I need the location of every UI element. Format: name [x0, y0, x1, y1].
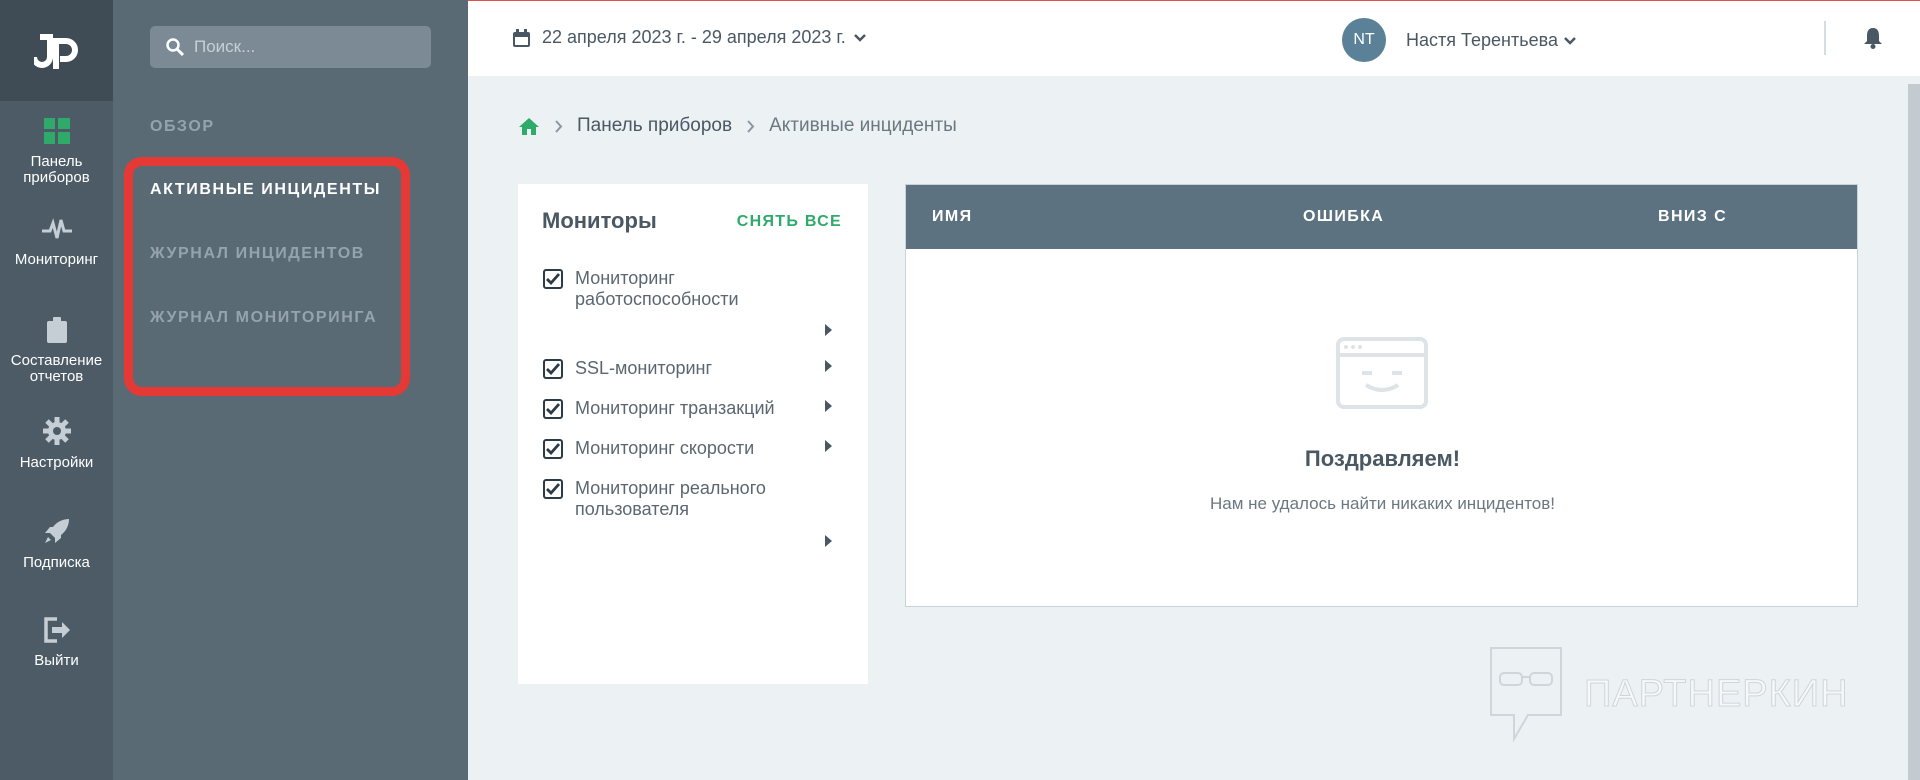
date-range-picker[interactable]: 22 апреля 2023 г. - 29 апреля 2023 г. [513, 27, 866, 48]
search-input[interactable] [194, 37, 414, 57]
dashboard-grid-icon [43, 118, 70, 144]
logout-icon [43, 617, 70, 643]
checkmark-icon [546, 403, 560, 415]
monitor-label: Мониторинг реального пользователя [575, 478, 766, 519]
highlight-annotation [124, 157, 410, 396]
checkbox-ssl[interactable] [543, 359, 563, 379]
column-header-name[interactable]: ИМЯ [932, 208, 973, 226]
caret-right-icon[interactable] [825, 440, 832, 452]
chevron-down-icon [853, 34, 866, 42]
search-icon [166, 38, 184, 56]
monitor-filter-ssl[interactable]: SSL-мониторинг [543, 358, 843, 379]
app-logo[interactable] [0, 0, 113, 101]
rail-label-reports: Составление отчетов [10, 352, 103, 385]
chevron-right-icon [555, 119, 563, 133]
calendar-icon [513, 28, 530, 47]
rail-item-reports[interactable]: Составление отчетов [0, 317, 113, 385]
caret-right-icon[interactable] [825, 324, 832, 336]
secondary-sidebar: ОБЗОР АКТИВНЫЕ ИНЦИДЕНТЫ ЖУРНАЛ ИНЦИДЕНТ… [113, 0, 468, 780]
incidents-table: ИМЯ ОШИБКА ВНИЗ С Поздравляем! Нам не уд… [905, 184, 1858, 607]
column-header-error[interactable]: ОШИБКА [1303, 208, 1384, 226]
rail-item-subscription[interactable]: Подписка [0, 517, 113, 571]
monitors-panel: Мониторы СНЯТЬ ВСЕ Мониторинг работоспос… [518, 184, 868, 684]
bell-icon[interactable] [1863, 27, 1883, 49]
rail-label-monitoring: Мониторинг [14, 251, 99, 268]
watermark-logo-icon [1490, 647, 1562, 743]
topbar-divider [1824, 21, 1826, 55]
rail-item-monitoring[interactable]: Мониторинг [0, 218, 113, 268]
monitors-title: Мониторы [542, 208, 657, 233]
empty-state-title: Поздравляем! [1304, 446, 1461, 471]
chevron-down-icon [1564, 36, 1576, 45]
chevron-right-icon [747, 119, 755, 133]
monitor-label: Мониторинг работоспособности [575, 268, 739, 309]
icon-rail: Панель приборов Мониторинг Составление о… [0, 0, 113, 780]
clipboard-icon [46, 317, 67, 343]
monitor-filter-transactions[interactable]: Мониторинг транзакций [543, 398, 843, 419]
rail-item-dashboard[interactable]: Панель приборов [0, 101, 113, 199]
rail-item-settings[interactable]: Настройки [0, 417, 113, 471]
breadcrumb: Панель приборов Активные инциденты [518, 115, 957, 137]
sidebar-item-overview[interactable]: ОБЗОР [150, 118, 215, 136]
rail-label-logout: Выйти [34, 652, 79, 669]
watermark: ПАРТНЕРКИН [1488, 645, 1849, 743]
checkmark-icon [546, 273, 560, 285]
monitor-filter-rum[interactable]: Мониторинг реального пользователя [543, 478, 843, 520]
home-icon[interactable] [518, 117, 540, 136]
empty-state-text: Нам не удалось найти никаких инцидентов! [1210, 494, 1555, 513]
monitor-label: SSL-мониторинг [575, 358, 713, 378]
checkmark-icon [546, 483, 560, 495]
gear-icon [42, 417, 71, 445]
avatar[interactable]: NT [1342, 18, 1386, 62]
monitor-filter-uptime[interactable]: Мониторинг работоспособности [543, 268, 843, 310]
pulse-icon [41, 218, 72, 239]
checkmark-icon [546, 443, 560, 455]
caret-right-icon[interactable] [825, 535, 832, 547]
user-menu[interactable]: NT Настя Терентьева [1342, 18, 1576, 62]
rail-item-logout[interactable]: Выйти [0, 617, 113, 669]
rail-label-settings: Настройки [19, 454, 94, 471]
logo-icon [33, 33, 78, 69]
checkmark-icon [546, 363, 560, 375]
table-header: ИМЯ ОШИБКА ВНИЗ С [906, 185, 1857, 249]
checkbox-transactions[interactable] [543, 399, 563, 419]
search-box[interactable] [150, 26, 431, 68]
monitor-label: Мониторинг скорости [575, 438, 755, 458]
user-name[interactable]: Настя Терентьева [1406, 30, 1558, 51]
monitor-filter-speed[interactable]: Мониторинг скорости [543, 438, 843, 459]
rail-label-dashboard: Панель приборов [23, 153, 90, 186]
breadcrumb-item-current: Активные инциденты [769, 115, 957, 136]
checkbox-speed[interactable] [543, 439, 563, 459]
uncheck-all-button[interactable]: СНЯТЬ ВСЕ [737, 213, 842, 231]
checkbox-uptime[interactable] [543, 269, 563, 289]
watermark-text: ПАРТНЕРКИН [1584, 672, 1849, 715]
page-scrollbar[interactable] [1908, 84, 1920, 780]
rail-label-subscription: Подписка [23, 554, 90, 571]
checkbox-rum[interactable] [543, 479, 563, 499]
empty-state-icon [1336, 337, 1428, 409]
caret-right-icon[interactable] [825, 400, 832, 412]
breadcrumb-item-dashboard[interactable]: Панель приборов [577, 115, 732, 137]
date-range-label: 22 апреля 2023 г. - 29 апреля 2023 г. [542, 27, 846, 47]
column-header-down-since[interactable]: ВНИЗ С [1658, 208, 1727, 226]
top-bar: 22 апреля 2023 г. - 29 апреля 2023 г. NT… [468, 0, 1920, 76]
rocket-icon [44, 519, 69, 543]
caret-right-icon[interactable] [825, 360, 832, 372]
monitor-label: Мониторинг транзакций [575, 398, 775, 418]
